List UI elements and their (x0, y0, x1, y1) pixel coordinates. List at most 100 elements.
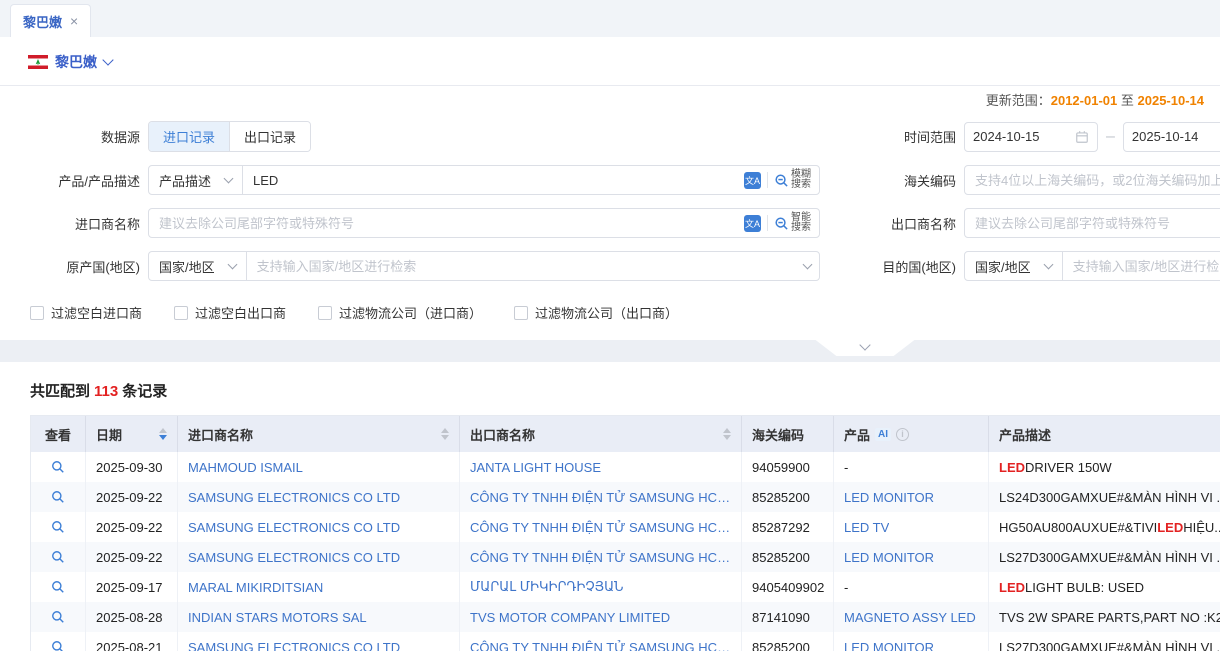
importer-name-input[interactable] (149, 216, 740, 231)
translate-icon[interactable]: 文A (744, 172, 761, 189)
checkbox-icon[interactable] (318, 306, 332, 320)
country-header[interactable]: 黎巴嫩 (0, 37, 1220, 85)
filter-label: 过滤物流公司（出口商） (535, 303, 678, 322)
view-record-button[interactable] (51, 580, 65, 594)
description-cell: LS24D300GAMXUE#&MÀN HÌNH VI ... (989, 482, 1220, 512)
view-record-button[interactable] (51, 520, 65, 534)
end-date-input[interactable] (1132, 129, 1220, 144)
destination-country-select[interactable]: 国家/地区 (965, 252, 1063, 280)
divider (767, 215, 768, 231)
update-range-end: 2025-10-14 (1138, 93, 1205, 108)
exporter-link[interactable]: CÔNG TY TNHH ĐIỆN TỬ SAMSUNG HCMC... (470, 640, 731, 651)
end-date-field[interactable] (1123, 122, 1220, 152)
exporter-link[interactable]: ՄԱՐԱԼ ՄԻԿԻՐԴԻՉՅԱՆ (470, 579, 624, 595)
filter-logistics-importer[interactable]: 过滤物流公司（进口商） (318, 303, 482, 322)
magnifier-icon (51, 460, 65, 474)
product-cell-text[interactable]: LED MONITOR (844, 550, 934, 565)
table-row: 2025-08-21 SAMSUNG ELECTRONICS CO LTD CÔ… (31, 632, 1220, 651)
desc-post: DRIVER 150W (1025, 460, 1112, 475)
results-summary: 共匹配到113条记录 (30, 380, 1220, 401)
fuzzy-label-2: 搜索 (791, 179, 811, 190)
importer-link[interactable]: SAMSUNG ELECTRONICS CO LTD (188, 550, 400, 565)
start-date-input[interactable] (973, 129, 1069, 144)
importer-link[interactable]: MAHMOUD ISMAIL (188, 460, 303, 475)
tab-lebanon[interactable]: 黎巴嫩 × (10, 4, 91, 37)
importer-link[interactable]: SAMSUNG ELECTRONICS CO LTD (188, 490, 400, 505)
desc-pre: HG50AU800AUXUE#&TIVI (999, 520, 1157, 535)
product-cell-text: - (844, 580, 848, 595)
hs-code-label: 海关编码 (828, 171, 956, 190)
exporter-link[interactable]: CÔNG TY TNHH ĐIỆN TỬ SAMSUNG HCMC... (470, 550, 731, 565)
checkbox-icon[interactable] (174, 306, 188, 320)
checkbox-icon[interactable] (30, 306, 44, 320)
view-record-button[interactable] (51, 490, 65, 504)
filter-blank-importer[interactable]: 过滤空白进口商 (30, 303, 142, 322)
collapse-form-button[interactable] (800, 340, 930, 356)
filter-blank-exporter[interactable]: 过滤空白出口商 (174, 303, 286, 322)
product-cell-text[interactable]: MAGNETO ASSY LED (844, 610, 976, 625)
date-cell: 2025-09-22 (86, 542, 178, 572)
table-row: 2025-09-30 MAHMOUD ISMAIL JANTA LIGHT HO… (31, 452, 1220, 482)
desc-pre: LS27D300GAMXUE#&MÀN HÌNH VI ... (999, 640, 1220, 651)
importer-link[interactable]: INDIAN STARS MOTORS SAL (188, 610, 367, 625)
column-exporter[interactable]: 出口商名称 (460, 416, 742, 452)
magnifier-icon (51, 520, 65, 534)
origin-country-select[interactable]: 国家/地区 (149, 252, 247, 280)
hs-code-cell: 85285200 (742, 542, 834, 572)
exporter-link[interactable]: CÔNG TY TNHH ĐIỆN TỬ SAMSUNG HCMC... (470, 520, 731, 535)
exporter-link[interactable]: JANTA LIGHT HOUSE (470, 460, 601, 475)
search-form: 更新范围：2012-01-01 至 2025-10-14 数据源 进口记录 出口… (0, 85, 1220, 340)
translate-icon[interactable]: 文A (744, 215, 761, 232)
hs-code-cell: 94059900 (742, 452, 834, 482)
magnifier-icon (51, 610, 65, 624)
origin-country-input[interactable] (247, 259, 800, 274)
product-cell-text[interactable]: LED TV (844, 520, 889, 535)
magnifier-icon (51, 640, 65, 651)
view-record-button[interactable] (51, 610, 65, 624)
info-icon[interactable]: i (896, 428, 909, 441)
hs-code-input[interactable] (964, 165, 1220, 195)
start-date-field[interactable] (964, 122, 1098, 152)
desc-highlight: LED (999, 580, 1025, 595)
importer-link[interactable]: SAMSUNG ELECTRONICS CO LTD (188, 640, 400, 651)
product-type-select[interactable]: 产品描述 (149, 166, 243, 194)
data-source-label: 数据源 (30, 127, 140, 146)
product-cell-text[interactable]: LED MONITOR (844, 490, 934, 505)
hs-code-cell: 87141090 (742, 602, 834, 632)
date-cell: 2025-08-21 (86, 632, 178, 651)
description-cell: LS27D300GAMXUE#&MÀN HÌNH VI ... (989, 632, 1220, 651)
importer-link[interactable]: MARAL MIKIRDITSIAN (188, 580, 323, 595)
tab-import-records[interactable]: 进口记录 (149, 122, 229, 151)
column-importer[interactable]: 进口商名称 (178, 416, 460, 452)
tab-export-records[interactable]: 出口记录 (229, 122, 310, 151)
chevron-down-icon (1043, 260, 1053, 270)
desc-pre: LS27D300GAMXUE#&MÀN HÌNH VI ... (999, 550, 1220, 565)
smart-search-button[interactable]: 智能搜索 (774, 213, 811, 233)
filter-logistics-exporter[interactable]: 过滤物流公司（出口商） (514, 303, 678, 322)
sort-date[interactable] (159, 428, 167, 440)
filter-label: 过滤空白进口商 (51, 303, 142, 322)
fuzzy-search-button[interactable]: 模糊搜索 (774, 170, 811, 190)
destination-country-input[interactable] (1063, 259, 1220, 274)
sort-importer[interactable] (441, 428, 449, 440)
hs-code-cell: 9405409902 (742, 572, 834, 602)
close-icon[interactable]: × (70, 13, 78, 29)
importer-link[interactable]: SAMSUNG ELECTRONICS CO LTD (188, 520, 400, 535)
summary-suffix: 条记录 (122, 383, 167, 400)
checkbox-icon[interactable] (514, 306, 528, 320)
chevron-down-icon[interactable] (102, 54, 113, 65)
origin-country-label: 原产国(地区) (30, 257, 140, 276)
view-record-button[interactable] (51, 640, 65, 651)
exporter-link[interactable]: CÔNG TY TNHH ĐIỆN TỬ SAMSUNG HCMC... (470, 490, 731, 505)
exporter-link[interactable]: TVS MOTOR COMPANY LIMITED (470, 610, 670, 625)
chevron-down-icon (859, 339, 870, 350)
exporter-name-input[interactable] (964, 208, 1220, 238)
view-record-button[interactable] (51, 550, 65, 564)
product-search-input[interactable] (243, 173, 740, 188)
destination-country-label: 目的国(地区) (828, 257, 956, 276)
sort-exporter[interactable] (723, 428, 731, 440)
match-count: 113 (94, 383, 118, 400)
view-record-button[interactable] (51, 460, 65, 474)
product-cell-text[interactable]: LED MONITOR (844, 640, 934, 651)
column-date[interactable]: 日期 (86, 416, 178, 452)
